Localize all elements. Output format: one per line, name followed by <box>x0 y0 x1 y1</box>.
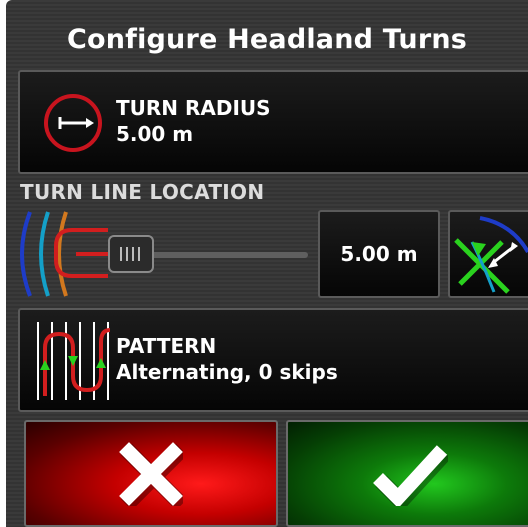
pattern-value: Alternating, 0 skips <box>116 360 338 384</box>
close-icon <box>26 422 276 525</box>
slider-handle[interactable] <box>108 235 154 273</box>
turn-radius-button[interactable]: TURN RADIUS 5.00 m <box>18 70 528 174</box>
pattern-icon <box>32 320 112 402</box>
turn-line-slider[interactable] <box>16 208 316 300</box>
confirm-button[interactable] <box>286 420 528 527</box>
cancel-button[interactable] <box>24 420 278 527</box>
turn-radius-icon <box>42 92 104 154</box>
pattern-label: PATTERN <box>116 334 217 358</box>
turn-line-value: 5.00 m <box>340 242 418 266</box>
dialog-title: Configure Headland Turns <box>66 23 468 55</box>
turn-radius-label: TURN RADIUS <box>116 96 271 120</box>
dialog-panel: Configure Headland Turns TURN RADIUS 5.0… <box>6 0 528 527</box>
turn-line-location-label: TURN LINE LOCATION <box>20 180 265 204</box>
nudge-line-button[interactable] <box>448 210 528 298</box>
headland-turn-line-icon <box>16 208 112 300</box>
turn-line-value-button[interactable]: 5.00 m <box>318 210 440 298</box>
pattern-button[interactable]: PATTERN Alternating, 0 skips <box>18 308 528 412</box>
checkmark-icon <box>288 422 528 525</box>
nudge-line-icon <box>450 212 528 296</box>
turn-radius-value: 5.00 m <box>116 122 194 146</box>
